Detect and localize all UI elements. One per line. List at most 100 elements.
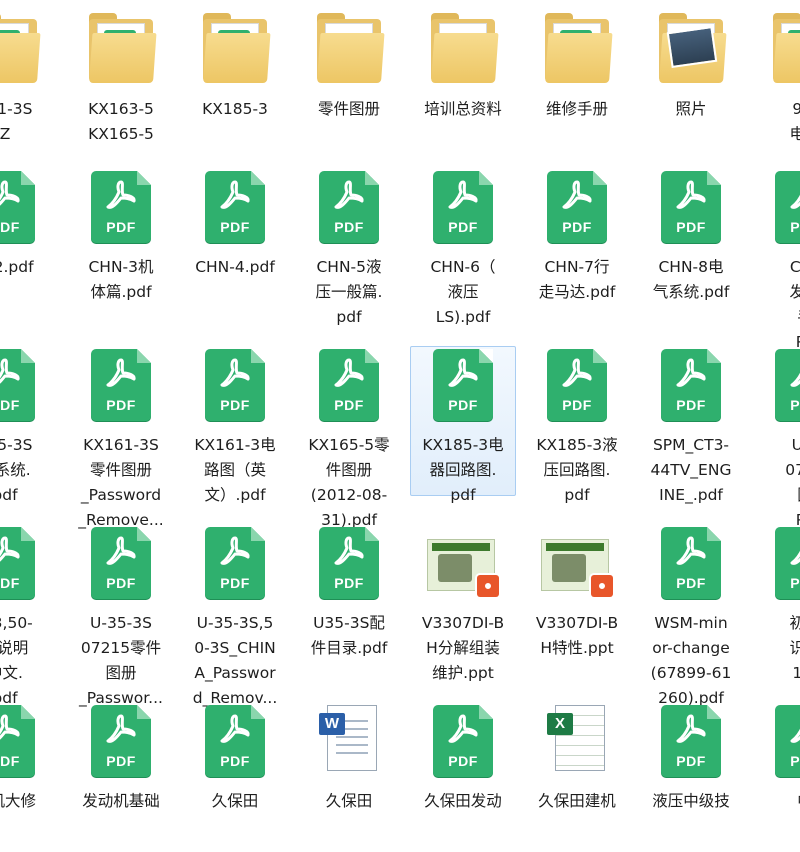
file-item[interactable]: PDF CHN-4.pdf <box>182 168 288 318</box>
file-item[interactable]: V3307DI-B H分解组装 维护.ppt <box>410 524 516 682</box>
file-label: CHN-8电 气系统.pdf <box>652 258 730 301</box>
file-label: U-35-3S 07215零件 图册 _Passwor... <box>79 614 163 707</box>
file-label: CHN-4.pdf <box>195 258 275 276</box>
pdf-file-icon: PDF <box>313 525 385 603</box>
file-item[interactable]: PDF CHN-6（ 液压 LS).pdf <box>410 168 516 326</box>
file-item[interactable]: PDF WSM-min or-change (67899-61 260).pdf <box>638 524 744 707</box>
file-label: SPM_CT3- 44TV_ENG INE_.pdf <box>650 436 732 504</box>
file-label: 维修手册 <box>545 100 608 118</box>
file-item[interactable]: PDF KX185-3电 器回路图. pdf <box>410 346 516 504</box>
folder-icon <box>313 11 385 89</box>
file-item[interactable]: PDF 5-3,50- 用说明 中文. pdf <box>0 524 58 707</box>
file-item[interactable]: PDF KX161-3S 零件图册 _Password _Remove... <box>68 346 174 529</box>
file-item[interactable]: PDF 动机大修 <box>0 702 58 852</box>
file-item[interactable]: PDF U35-3S配 件目录.pdf <box>296 524 402 674</box>
file-item[interactable]: PDF 液压中级技 <box>638 702 744 852</box>
pdf-file-icon: PDF <box>769 169 800 247</box>
pdf-file-icon: PDF <box>199 525 271 603</box>
powerpoint-file-icon <box>427 525 499 603</box>
pdf-file-icon: PDF <box>427 703 499 781</box>
folder-item[interactable]: 零件图册 <box>296 10 402 160</box>
file-label: N-2.pdf <box>0 258 34 276</box>
file-item[interactable]: PDF 155-3S 调系统. pdf <box>0 346 58 504</box>
pdf-file-icon: PDF <box>85 525 157 603</box>
folder-item[interactable]: KX163-5 KX165-5 <box>68 10 174 160</box>
file-label: V3307DI-B H特性.ppt <box>535 614 619 657</box>
file-item[interactable]: V3307DI-B H特性.ppt <box>524 524 630 674</box>
file-item[interactable]: PDF 发动机基础 <box>68 702 174 852</box>
file-label: 久保田发动 <box>424 792 502 810</box>
file-label: CHN-3机 体篇.pdf <box>88 258 154 301</box>
file-item[interactable]: PDF CT3 发动 手 _Pas <box>752 168 800 351</box>
file-label: WSM-min or-change (67899-61 260).pdf <box>650 614 732 707</box>
file-label: 155-3S 调系统. pdf <box>0 436 33 504</box>
file-item[interactable]: PDF U-35-3S 07215零件 图册 _Passwor... <box>68 524 174 707</box>
pdf-file-icon: PDF <box>655 169 727 247</box>
file-label: U-35-3S,5 0-3S_CHIN A_Passwor d_Remov... <box>192 614 278 707</box>
file-label: V3307DI-B H分解组装 维护.ppt <box>421 614 505 682</box>
file-item[interactable]: PDF KX161-3电 路图（英 文）.pdf <box>182 346 288 504</box>
file-label: 161-3S Z <box>0 100 33 143</box>
file-item[interactable]: PDF CHN-7行 走马达.pdf <box>524 168 630 318</box>
word-file-icon: W <box>313 703 385 781</box>
file-label: CT3 发动 手 _Pas <box>788 258 800 351</box>
file-item[interactable]: PDF CHN-5液 压一般篇. pdf <box>296 168 402 326</box>
file-label: KX161-3S 零件图册 _Password _Remove... <box>78 436 164 529</box>
folder-item[interactable]: 培训总资料 <box>410 10 516 160</box>
file-label: U-1 0721 图 _Pas <box>785 436 800 529</box>
file-item[interactable]: PDF 中 <box>752 702 800 852</box>
pdf-file-icon: PDF <box>427 169 499 247</box>
pdf-file-icon: PDF <box>199 347 271 425</box>
folder-icon <box>427 11 499 89</box>
file-item[interactable]: PDF SPM_CT3- 44TV_ENG INE_.pdf <box>638 346 744 504</box>
folder-icon <box>541 11 613 89</box>
pdf-file-icon: PDF <box>313 347 385 425</box>
pdf-file-icon: PDF <box>313 169 385 247</box>
file-label: 中 <box>745 789 800 814</box>
file-label: 久保田 <box>211 792 259 810</box>
file-label: 培训总资料 <box>424 100 502 118</box>
file-item[interactable]: PDF CHN-3机 体篇.pdf <box>68 168 174 318</box>
file-item[interactable]: PDF U-1 0721 图 _Pas <box>752 346 800 529</box>
file-label: CHN-6（ 液压 LS).pdf <box>430 258 496 326</box>
folder-item[interactable]: KX185-3 <box>182 10 288 160</box>
file-item[interactable]: W 久保田 <box>296 702 402 852</box>
folder-icon <box>0 11 41 89</box>
file-item[interactable]: PDF N-2.pdf <box>0 168 58 318</box>
file-item[interactable]: PDF 初级 识教 10- p <box>752 524 800 682</box>
file-label: 液压中级技 <box>652 792 730 810</box>
pdf-file-icon: PDF <box>0 169 41 247</box>
pdf-file-icon: PDF <box>541 169 613 247</box>
file-item[interactable]: PDF KX185-3液 压回路图. pdf <box>524 346 630 504</box>
folder-icon <box>85 11 157 89</box>
photo-folder-icon <box>655 11 727 89</box>
folder-icon <box>769 11 800 89</box>
file-label: 久保田建机 <box>538 792 616 810</box>
file-label: CHN-5液 压一般篇. pdf <box>315 258 383 326</box>
pdf-file-icon: PDF <box>427 347 499 425</box>
file-icon-grid: 161-3S Z KX163-5 KX165-5 KX185-3 零件图册 培训… <box>0 0 800 810</box>
folder-item[interactable]: 161-3S Z <box>0 10 58 160</box>
pdf-file-icon: PDF <box>769 347 800 425</box>
file-item[interactable]: PDF CHN-8电 气系统.pdf <box>638 168 744 318</box>
file-label: KX185-3 <box>202 100 268 118</box>
file-label: KX163-5 KX165-5 <box>88 100 154 143</box>
file-label: 9吨 电路 <box>789 100 800 143</box>
pdf-file-icon: PDF <box>85 347 157 425</box>
folder-item[interactable]: 照片 <box>638 10 744 160</box>
folder-item[interactable]: 维修手册 <box>524 10 630 160</box>
file-item[interactable]: PDF KX165-5零 件图册 (2012-08- 31).pdf <box>296 346 402 529</box>
file-label: 零件图册 <box>317 100 380 118</box>
file-item[interactable]: PDF U-35-3S,5 0-3S_CHIN A_Passwor d_Remo… <box>182 524 288 707</box>
pdf-file-icon: PDF <box>541 347 613 425</box>
file-label: CHN-7行 走马达.pdf <box>538 258 616 301</box>
powerpoint-file-icon <box>541 525 613 603</box>
file-label: 照片 <box>675 100 707 118</box>
file-item[interactable]: PDF 久保田发动 <box>410 702 516 852</box>
file-item[interactable]: X 久保田建机 <box>524 702 630 852</box>
file-item[interactable]: PDF 久保田 <box>182 702 288 852</box>
file-label: 初级 识教 10- p <box>789 614 800 682</box>
pdf-file-icon: PDF <box>0 347 41 425</box>
folder-item[interactable]: 9吨 电路 <box>752 10 800 160</box>
pdf-file-icon: PDF <box>85 703 157 781</box>
